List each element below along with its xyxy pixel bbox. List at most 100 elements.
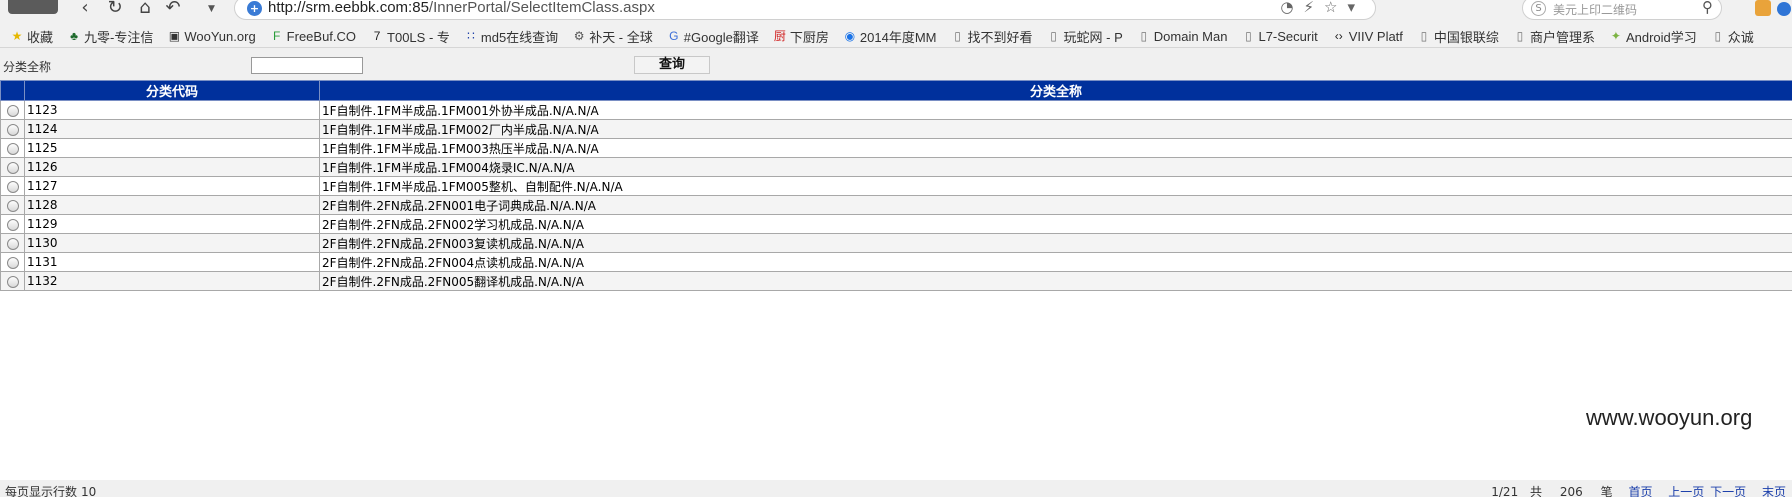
prev-page-link[interactable]: 上一页 [1668,485,1704,497]
browser-nav-row: ‹ ↻ ⌂ ↶ ▼ + http://srm.eebbk.com:85/Inne… [0,0,1792,20]
search-icon[interactable]: ⚲ [1702,0,1713,16]
undo-icon[interactable]: ↶ [162,0,184,18]
row-select-cell [0,252,25,272]
bookmark-label: 九零-专注信 [84,29,154,45]
bookmarks-bar: ★ 收藏 ♣ 九零-专注信 ▣ WooYun.org F FreeBuf.CO 7 T00LS -… [0,24,1792,48]
cell-code: 1123 [24,100,320,120]
row-radio-button[interactable] [6,256,19,269]
bookmark-item[interactable]: G #Google翻译 [667,27,759,46]
bookmark-item[interactable]: ▯ L7-Securit [1241,29,1318,44]
column-header-code: 分类代码 [24,80,320,101]
table-row[interactable]: 1128 2F自制件.2FN成品.2FN001电子词典成品.N/A.N/A [0,195,1792,215]
item-class-table: 分类代码 分类全称 1123 1F自制件.1FM半成品.1FM001外协半成品.N… [0,80,1792,291]
bookmark-item[interactable]: 7 T00LS - 专 [370,27,450,46]
android-icon: ✦ [1610,29,1621,43]
cell-name: 1F自制件.1FM半成品.1FM003热压半成品.N/A.N/A [319,138,1792,158]
bookmark-item[interactable]: ▯ 中国银联综 [1417,27,1499,46]
table-row[interactable]: 1124 1F自制件.1FM半成品.1FM002厂内半成品.N/A.N/A [0,119,1792,139]
address-url[interactable]: http://srm.eebbk.com:85/InnerPortal/Sele… [268,0,655,16]
query-button[interactable]: 查询 [634,56,710,74]
last-page-link[interactable]: 末页 [1762,485,1786,497]
bookmark-item[interactable]: 厨下厨房 [773,27,829,46]
circle-icon: ◉ [844,29,856,43]
row-radio-button[interactable] [6,237,19,250]
reload-icon[interactable]: ↻ [104,0,126,18]
row-radio-button[interactable] [6,199,19,212]
table-row[interactable]: 1130 2F自制件.2FN成品.2FN003复读机成品.N/A.N/A [0,233,1792,253]
bookmark-item[interactable]: ▯ 商户管理系 [1513,27,1595,46]
cell-code: 1129 [24,214,320,234]
column-header-name: 分类全称 [319,80,1792,101]
rows-per-page: 每页显示行数 10 [5,483,96,497]
table-row[interactable]: 1132 2F自制件.2FN成品.2FN005翻译机成品.N/A.N/A [0,271,1792,291]
row-radio-button[interactable] [6,275,19,288]
bookmark-item[interactable]: ⚙ 补天 - 全球 [572,27,653,46]
bookmark-label: 玩蛇网 - P [1063,29,1123,45]
bookmark-item[interactable]: ▯ 找不到好看 [951,27,1033,46]
star-icon: ★ [11,29,23,43]
search-engine-icon[interactable]: S [1531,1,1546,16]
bookmark-item[interactable]: ★ 收藏 [10,27,53,46]
bookmark-item[interactable]: ▣ WooYun.org [167,29,256,44]
cell-name: 1F自制件.1FM半成品.1FM002厂内半成品.N/A.N/A [319,119,1792,139]
row-select-cell [0,176,25,196]
row-select-cell [0,138,25,158]
row-radio-button[interactable] [6,218,19,231]
row-radio-button[interactable] [6,142,19,155]
table-row[interactable]: 1129 2F自制件.2FN成品.2FN002学习机成品.N/A.N/A [0,214,1792,234]
table-row[interactable]: 1123 1F自制件.1FM半成品.1FM001外协半成品.N/A.N/A [0,100,1792,120]
browser-search-box[interactable]: S 美元上印二维码 ⚲ [1522,0,1722,20]
first-page-link[interactable]: 首页 [1628,485,1652,497]
bookmark-item[interactable]: ▯ 众诚 [1711,27,1753,46]
bookmark-label: 2014年度MM [859,29,937,45]
search-input[interactable] [251,57,363,74]
freebuf-icon: F [273,29,281,43]
kitchen-icon: 厨 [773,29,786,43]
search-placeholder: 美元上印二维码 [1553,3,1638,17]
page-icon: ▯ [1245,29,1252,43]
watermark: www.wooyun.org [1586,405,1753,430]
select-column-header [0,80,25,101]
extension-icon[interactable] [1755,0,1771,16]
table-row[interactable]: 1127 1F自制件.1FM半成品.1FM005整机、自制配件.N/A.N/A [0,176,1792,196]
site-info-icon[interactable]: + [247,1,262,16]
bookmark-item[interactable]: ∷ md5在线查询 [464,27,558,46]
bookmark-star-icon[interactable]: ☆ [1324,0,1347,16]
row-radio-button[interactable] [6,180,19,193]
extension-icon-2[interactable] [1777,2,1791,16]
address-bar[interactable]: + http://srm.eebbk.com:85/InnerPortal/Se… [234,0,1376,20]
total-prefix: 共 [1530,485,1543,497]
row-radio-button[interactable] [6,161,19,174]
chevron-down-icon[interactable]: ▾ [1347,0,1365,16]
cell-code: 1125 [24,138,320,158]
speed-icon[interactable]: ◔ [1280,0,1303,16]
bookmark-item[interactable]: ‹› VIIV Platf [1332,29,1403,44]
lightning-icon[interactable]: ⚡ [1303,0,1324,16]
bookmark-item[interactable]: ◉ 2014年度MM [843,27,937,46]
bookmark-item[interactable]: ✦ Android学习 [1609,27,1697,46]
back-arrow-icon[interactable]: ‹ [74,0,96,18]
table-row[interactable]: 1125 1F自制件.1FM半成品.1FM003热压半成品.N/A.N/A [0,138,1792,158]
row-radio-button[interactable] [6,123,19,136]
bookmark-item[interactable]: ♣ 九零-专注信 [67,27,153,46]
next-page-link[interactable]: 下一页 [1710,485,1746,497]
app-menu-button[interactable] [8,0,58,14]
bookmark-item[interactable]: ▯ 玩蛇网 - P [1047,27,1123,46]
bookmark-label: 下厨房 [789,29,829,45]
cell-name: 1F自制件.1FM半成品.1FM005整机、自制配件.N/A.N/A [319,176,1792,196]
bookmark-label: Android学习 [1625,29,1697,45]
cell-name: 2F自制件.2FN成品.2FN001电子词典成品.N/A.N/A [319,195,1792,215]
bookmark-item[interactable]: ▯ Domain Man [1137,29,1227,44]
bookmark-item[interactable]: F FreeBuf.CO [270,29,356,44]
cell-code: 1127 [24,176,320,196]
bookmark-label: 找不到好看 [967,29,1033,45]
chevron-down-icon[interactable]: ▼ [208,4,215,14]
cell-name: 2F自制件.2FN成品.2FN002学习机成品.N/A.N/A [319,214,1792,234]
table-row[interactable]: 1131 2F自制件.2FN成品.2FN004点读机成品.N/A.N/A [0,252,1792,272]
bookmark-label: md5在线查询 [480,29,559,45]
row-radio-button[interactable] [6,104,19,117]
home-icon[interactable]: ⌂ [134,0,156,18]
bookmark-label: #Google翻译 [683,29,759,45]
table-row[interactable]: 1126 1F自制件.1FM半成品.1FM004烧录IC.N/A.N/A [0,157,1792,177]
cell-code: 1128 [24,195,320,215]
